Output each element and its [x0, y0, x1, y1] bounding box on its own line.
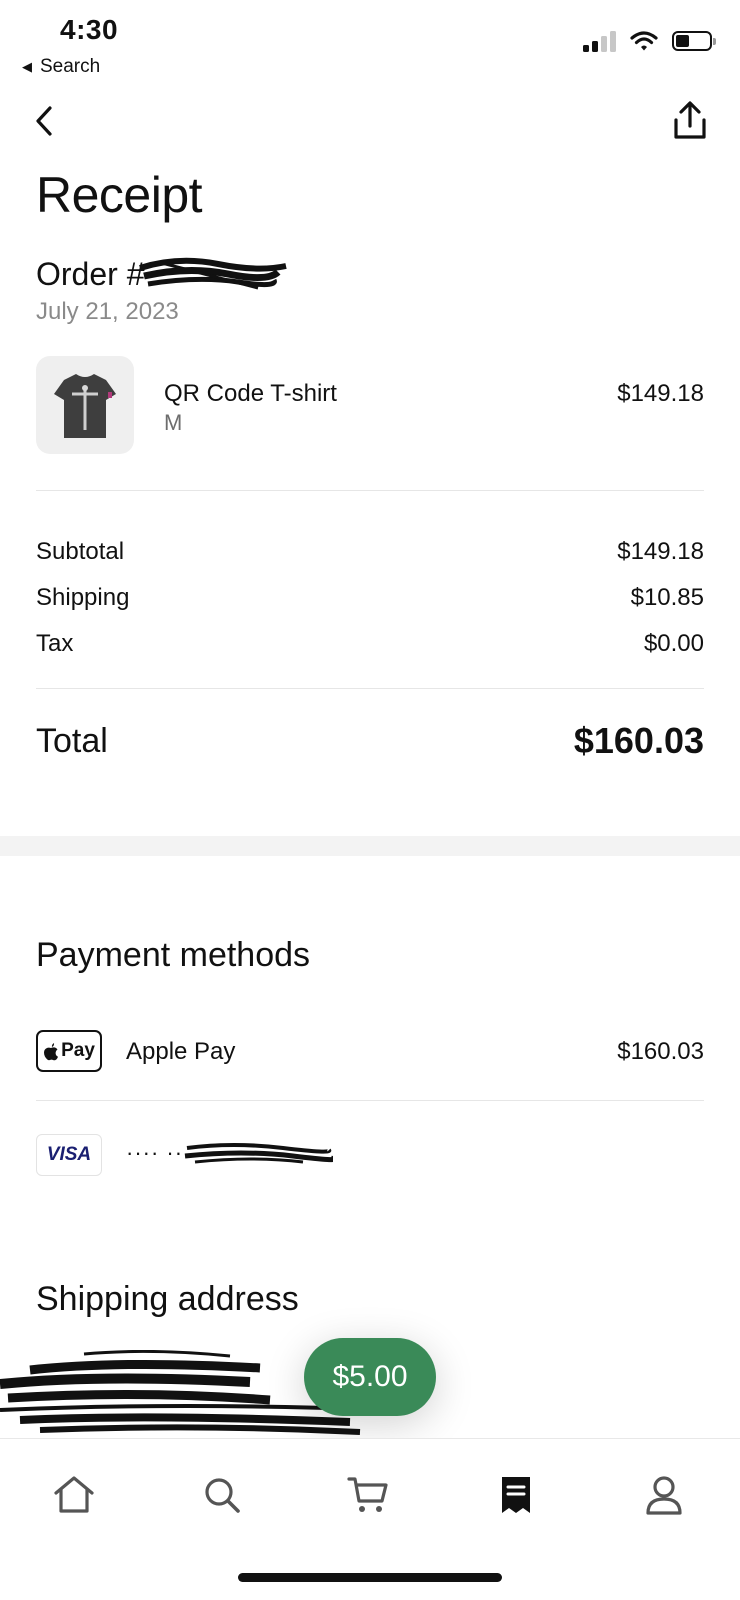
receipt-screen: 4:30 ◀ Search Receipt Order # July 21, 2…	[0, 0, 740, 1600]
wifi-icon	[630, 31, 658, 51]
card-number: ···· ··	[126, 1138, 334, 1168]
status-time: 4:30	[60, 14, 119, 45]
receipt-icon[interactable]	[494, 1473, 538, 1517]
redaction-scribble	[184, 1143, 334, 1164]
apple-pay-badge: Pay	[36, 1030, 102, 1072]
apple-pay-name: Apple Pay	[126, 1038, 236, 1065]
tshirt-icon	[54, 374, 116, 438]
section-separator	[0, 836, 740, 856]
total-value: $160.03	[573, 720, 704, 761]
tip-button[interactable]: $5.00	[304, 1338, 436, 1416]
shipping-value: $10.85	[630, 584, 704, 611]
item-price: $149.18	[617, 380, 704, 407]
order-label: Order #	[36, 255, 145, 292]
divider	[36, 688, 704, 689]
page-title: Receipt	[36, 167, 203, 223]
share-icon[interactable]	[670, 100, 710, 142]
search-icon[interactable]	[200, 1473, 244, 1517]
tax-value: $0.00	[643, 630, 704, 657]
payment-methods-title: Payment methods	[36, 936, 311, 974]
total-label: Total	[36, 722, 108, 760]
tax-label: Tax	[36, 630, 74, 657]
status-back-label: Search	[40, 56, 101, 77]
shipping-label: Shipping	[36, 584, 130, 611]
chevron-left-icon[interactable]	[30, 104, 60, 138]
visa-badge: VISA	[36, 1134, 102, 1176]
cellular-signal-icon	[583, 30, 616, 52]
apple-logo-icon	[44, 1042, 59, 1060]
order-date: July 21, 2023	[36, 298, 179, 325]
status-indicators	[583, 30, 716, 52]
redaction-scribble	[139, 257, 288, 290]
divider	[36, 1100, 704, 1101]
home-indicator	[238, 1573, 502, 1582]
divider	[36, 490, 704, 491]
status-back-link[interactable]: ◀ Search	[22, 56, 100, 78]
card-mask: ···· ··	[126, 1140, 184, 1165]
apple-pay-badge-text: Pay	[61, 1040, 95, 1061]
tshirt-thumbnail[interactable]	[36, 356, 134, 454]
battery-icon	[672, 31, 716, 51]
person-icon[interactable]	[642, 1473, 686, 1517]
apple-pay-amount: $160.03	[617, 1038, 704, 1065]
cart-icon[interactable]	[346, 1473, 390, 1517]
left-triangle-icon: ◀	[22, 59, 32, 74]
home-icon[interactable]	[52, 1473, 96, 1517]
subtotal-value: $149.18	[617, 538, 704, 565]
order-number: Order #	[36, 254, 288, 294]
subtotal-label: Subtotal	[36, 538, 125, 565]
shipping-address-title: Shipping address	[36, 1280, 299, 1318]
item-size: M	[164, 410, 183, 435]
item-name: QR Code T-shirt	[164, 380, 337, 407]
